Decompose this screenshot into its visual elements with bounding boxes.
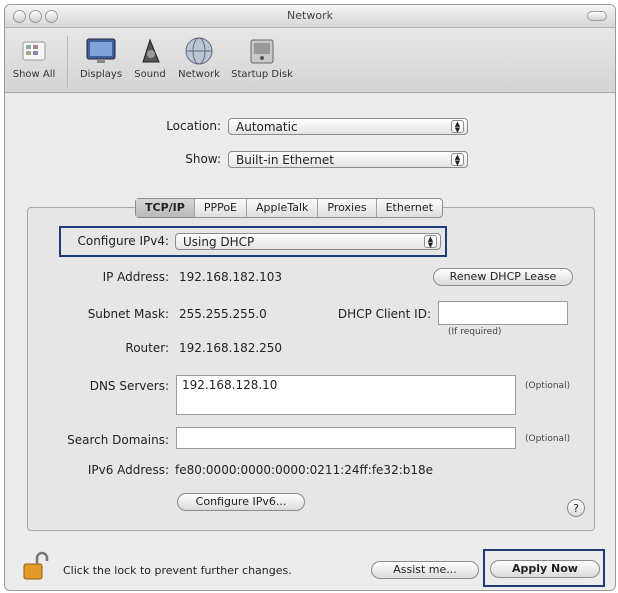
window-title: Network bbox=[287, 9, 333, 22]
title-bar: Network bbox=[5, 5, 615, 28]
sound-icon bbox=[133, 36, 167, 66]
tab-proxies[interactable]: Proxies bbox=[318, 199, 377, 217]
toolbar-label: Displays bbox=[79, 69, 123, 80]
toolbar-sound[interactable]: Sound bbox=[129, 36, 171, 80]
toolbar-displays[interactable]: Displays bbox=[77, 36, 125, 80]
ip-address-value: 192.168.182.103 bbox=[179, 270, 283, 284]
subnet-mask-value: 255.255.255.0 bbox=[179, 307, 267, 321]
location-value: Automatic bbox=[236, 120, 298, 134]
tab-bar: TCP/IP PPPoE AppleTalk Proxies Ethernet bbox=[135, 198, 443, 218]
toolbar-label: Network bbox=[178, 69, 220, 80]
dns-servers-label: DNS Servers: bbox=[89, 379, 169, 393]
preferences-toolbar: Show All Displays Sound Network Startup … bbox=[5, 28, 615, 93]
popup-arrows-icon: ▲ ▼ bbox=[451, 120, 464, 134]
search-domains-field[interactable] bbox=[176, 427, 516, 449]
show-popup[interactable]: Built-in Ethernet ▲ ▼ bbox=[228, 151, 468, 168]
show-all-icon bbox=[17, 36, 51, 66]
show-value: Built-in Ethernet bbox=[236, 153, 334, 167]
popup-arrows-icon: ▲ ▼ bbox=[451, 153, 464, 167]
router-label: Router: bbox=[125, 341, 169, 355]
help-button[interactable]: ? bbox=[567, 499, 585, 517]
ipv6-address-label: IPv6 Address: bbox=[87, 463, 169, 477]
network-icon bbox=[182, 36, 216, 66]
toolbar-toggle-icon[interactable] bbox=[587, 11, 607, 21]
toolbar-label: Sound bbox=[134, 69, 166, 80]
network-preferences-window: Network Show All Displays Sound Network … bbox=[4, 4, 616, 591]
tab-tcpip[interactable]: TCP/IP bbox=[136, 199, 195, 217]
configure-ipv6-button[interactable]: Configure IPv6... bbox=[177, 493, 305, 511]
subnet-mask-label: Subnet Mask: bbox=[87, 307, 169, 321]
lock-icon[interactable] bbox=[21, 551, 51, 581]
configure-ipv4-highlight bbox=[59, 226, 447, 257]
dhcp-client-id-hint: (If required) bbox=[448, 327, 502, 337]
dhcp-client-id-field[interactable] bbox=[438, 301, 568, 325]
show-label: Show: bbox=[185, 152, 221, 166]
toolbar-label: Show All bbox=[12, 69, 56, 80]
location-popup[interactable]: Automatic ▲ ▼ bbox=[228, 118, 468, 135]
ip-address-label: IP Address: bbox=[102, 270, 169, 284]
toolbar-separator bbox=[67, 36, 68, 88]
search-optional-note: (Optional) bbox=[525, 434, 571, 444]
tab-appletalk[interactable]: AppleTalk bbox=[247, 199, 319, 217]
renew-dhcp-lease-button[interactable]: Renew DHCP Lease bbox=[433, 268, 573, 286]
lock-hint-text: Click the lock to prevent further change… bbox=[63, 564, 292, 577]
apply-now-highlight bbox=[483, 549, 605, 587]
startup-disk-icon bbox=[245, 36, 279, 66]
tab-ethernet[interactable]: Ethernet bbox=[377, 199, 442, 217]
ipv6-address-value: fe80:0000:0000:0000:0211:24ff:fe32:b18e bbox=[175, 463, 434, 477]
location-label: Location: bbox=[166, 119, 221, 133]
dns-optional-note: (Optional) bbox=[525, 381, 571, 391]
assist-me-button[interactable]: Assist me... bbox=[371, 561, 479, 579]
router-value: 192.168.182.250 bbox=[179, 341, 283, 355]
toolbar-show-all[interactable]: Show All bbox=[9, 36, 59, 80]
toolbar-label: Startup Disk bbox=[231, 69, 293, 80]
toolbar-startup-disk[interactable]: Startup Disk bbox=[227, 36, 297, 80]
search-domains-label: Search Domains: bbox=[67, 433, 169, 447]
displays-icon bbox=[84, 36, 118, 66]
dns-servers-field[interactable]: 192.168.128.10 bbox=[176, 375, 516, 415]
toolbar-network[interactable]: Network bbox=[173, 36, 225, 80]
dhcp-client-id-label: DHCP Client ID: bbox=[337, 307, 431, 321]
tab-pppoe[interactable]: PPPoE bbox=[195, 199, 248, 217]
